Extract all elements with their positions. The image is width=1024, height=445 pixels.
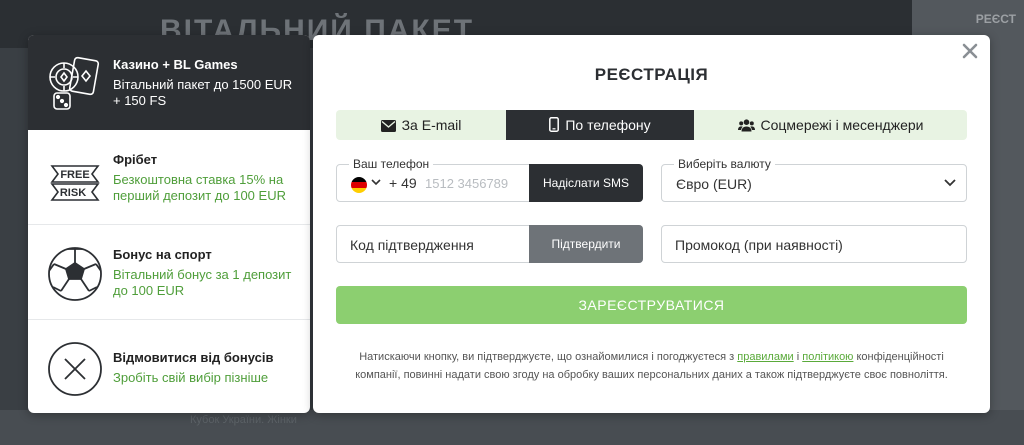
- bonus-title: Фрібет: [113, 152, 158, 167]
- chevron-down-icon[interactable]: [371, 179, 381, 186]
- bonus-panel: Казино + BL Games Вітальний пакет до 150…: [28, 35, 310, 413]
- policy-link[interactable]: політикою: [802, 351, 853, 363]
- tab-email[interactable]: За E-mail: [336, 110, 506, 140]
- free-label: FREE: [60, 169, 89, 181]
- close-circle-icon: [44, 340, 106, 398]
- registration-tabs: За E-mail По телефону Соцмережі і месенд…: [336, 110, 967, 140]
- bonus-description: Вітальний бонус за 1 депозит до 100 EUR: [113, 267, 292, 298]
- promo-code-input[interactable]: [675, 236, 945, 254]
- germany-flag-icon[interactable]: [351, 177, 367, 193]
- chevron-down-icon: [944, 179, 956, 187]
- risk-label: RISK: [60, 187, 86, 199]
- bonus-title: Бонус на спорт: [113, 247, 212, 262]
- bonus-description: Зробіть свій вибір пізніше: [113, 370, 269, 385]
- registration-modal: РЕЄСТРАЦІЯ За E-mail По телефону Соцмере…: [313, 35, 990, 413]
- users-icon: [737, 119, 755, 132]
- tab-label: По телефону: [565, 117, 651, 133]
- bonus-description: Вітальний пакет до 1500 EUR + 150 FS: [113, 77, 293, 108]
- casino-chips-icon: [44, 55, 106, 113]
- send-sms-button[interactable]: Надіслати SMS: [529, 164, 643, 202]
- background-right-label: РЕЄСТ: [975, 12, 1016, 26]
- bonus-option-casino[interactable]: Казино + BL Games Вітальний пакет до 150…: [28, 35, 310, 130]
- phone-input[interactable]: [425, 174, 535, 192]
- legal-text: Натискаючи кнопку, ви підтверджуєте, що …: [359, 351, 738, 363]
- bonus-description: Безкоштовна ставка 15% на перший депозит…: [113, 172, 286, 203]
- soccer-ball-icon: [44, 245, 106, 303]
- tab-label: Соцмережі і месенджери: [760, 117, 924, 133]
- confirmation-code-field: Підтвердити: [336, 225, 643, 263]
- promo-code-field: [661, 225, 967, 263]
- envelope-icon: [380, 120, 396, 132]
- modal-title: РЕЄСТРАЦІЯ: [594, 65, 709, 84]
- phone-icon: [549, 117, 560, 132]
- currency-select[interactable]: Виберіть валюту Євро (EUR): [661, 157, 967, 202]
- bonus-option-sport[interactable]: Бонус на спорт Вітальний бонус за 1 депо…: [28, 225, 310, 320]
- background-bottom-row: [0, 410, 1024, 445]
- register-button[interactable]: ЗАРЕЄСТРУВАТИСЯ: [336, 286, 967, 324]
- bonus-option-decline[interactable]: Відмовитися від бонусів Зробіть свій виб…: [28, 320, 310, 413]
- background-bottom-text: Кубок України. Жінки: [190, 414, 297, 426]
- tab-social[interactable]: Соцмережі і месенджери: [694, 110, 967, 140]
- currency-value: Євро (EUR): [676, 176, 752, 192]
- free-risk-icon: FREE RISK: [44, 150, 106, 208]
- phone-label: Ваш телефон: [349, 157, 434, 171]
- bonus-title: Казино + BL Games: [113, 57, 238, 72]
- confirm-button[interactable]: Підтвердити: [529, 225, 643, 263]
- tab-phone[interactable]: По телефону: [506, 110, 694, 140]
- confirmation-code-input[interactable]: [350, 236, 520, 254]
- legal-notice: Натискаючи кнопку, ви підтверджуєте, що …: [336, 348, 967, 384]
- currency-label: Виберіть валюту: [674, 157, 775, 171]
- phone-field: Ваш телефон + 49 Надіслати SMS: [336, 157, 643, 202]
- country-code: + 49: [389, 175, 417, 191]
- bonus-title: Відмовитися від бонусів: [113, 350, 274, 365]
- bonus-option-freebet[interactable]: FREE RISK Фрібет Безкоштовна ставка 15% …: [28, 130, 310, 225]
- legal-text: і: [793, 351, 803, 363]
- close-icon[interactable]: [958, 39, 982, 63]
- rules-link[interactable]: правилами: [737, 351, 793, 363]
- tab-label: За E-mail: [401, 117, 462, 133]
